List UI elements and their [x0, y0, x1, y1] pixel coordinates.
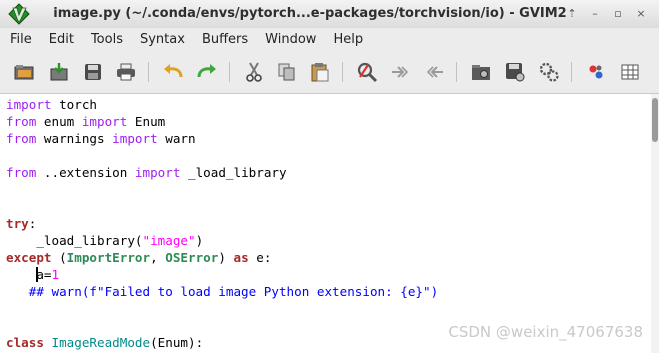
code-token: ) — [218, 250, 234, 265]
code-token: import — [81, 114, 128, 129]
code-line: ## warn(f"Failed to load image Python ex… — [6, 283, 651, 300]
code-token: "image" — [142, 233, 196, 248]
code-token: as — [233, 250, 249, 265]
menu-bar: File Edit Tools Syntax Buffers Window He… — [0, 28, 659, 51]
code-line: from enum import Enum — [6, 113, 651, 130]
maximize-button[interactable]: ▫ — [608, 4, 628, 24]
code-token: ImportError — [66, 250, 151, 265]
code-line: import torch — [6, 96, 651, 113]
code-token: ..extension — [36, 165, 135, 180]
save-icon[interactable] — [48, 61, 70, 83]
code-token: from — [6, 114, 37, 129]
code-line: a=1 — [6, 266, 651, 283]
menu-help[interactable]: Help — [323, 32, 370, 47]
save-all-icon[interactable] — [82, 61, 104, 83]
code-editor[interactable]: import torch from enum import Enum from wa… — [0, 94, 651, 353]
find-next-icon[interactable] — [390, 61, 412, 83]
code-token: torch — [51, 97, 97, 112]
code-token: class — [6, 335, 44, 350]
code-token: : — [28, 216, 37, 231]
title-bar: image.py (~/.conda/envs/pytorch...e-pack… — [0, 0, 659, 29]
paste-icon[interactable] — [309, 61, 331, 83]
print-icon[interactable] — [115, 61, 137, 83]
code-token: _load_library — [180, 165, 287, 180]
code-token: warnings — [36, 131, 113, 146]
make-icon[interactable] — [585, 61, 607, 83]
run-script-icon[interactable] — [538, 61, 560, 83]
minimize-button[interactable]: – — [585, 4, 605, 24]
code-token: ) — [195, 233, 204, 248]
code-token: Enum — [127, 114, 166, 129]
code-line: from warnings import warn — [6, 130, 651, 147]
code-line: except (ImportError, OSError) as e: — [6, 249, 651, 266]
code-token: e: — [248, 250, 272, 265]
code-token: import — [6, 97, 52, 112]
code-line: _load_library("image") — [6, 232, 651, 249]
tag-jump-icon[interactable] — [619, 61, 641, 83]
code-line: from ..extension import _load_library — [6, 164, 651, 181]
menu-buffers[interactable]: Buffers — [192, 32, 255, 47]
code-token: warn — [157, 131, 196, 146]
code-token: from — [6, 165, 37, 180]
open-icon[interactable] — [13, 61, 35, 83]
undo-icon[interactable] — [162, 61, 184, 83]
close-button[interactable]: × — [631, 4, 651, 24]
menu-window[interactable]: Window — [255, 32, 323, 47]
code-token: try — [6, 216, 29, 231]
code-token: (Enum): — [150, 335, 204, 350]
code-token: a= — [36, 267, 52, 282]
menu-file[interactable]: File — [0, 32, 39, 47]
cut-icon[interactable] — [243, 61, 265, 83]
toolbar — [0, 51, 659, 94]
save-session-icon[interactable] — [504, 61, 526, 83]
code-token: ## warn(f"Failed to load image Python ex… — [6, 284, 439, 299]
scrollbar-thumb[interactable] — [652, 98, 658, 142]
vertical-scrollbar[interactable] — [651, 94, 659, 353]
menu-edit[interactable]: Edit — [39, 32, 81, 47]
code-token: enum — [36, 114, 82, 129]
load-session-icon[interactable] — [470, 61, 492, 83]
code-token: ImageReadMode — [51, 335, 151, 350]
find-prev-icon[interactable] — [423, 61, 445, 83]
code-token: import — [134, 165, 181, 180]
copy-icon[interactable] — [276, 61, 298, 83]
csdn-watermark: CSDN @weixin_47067638 — [448, 323, 643, 341]
code-text-area[interactable]: import torch from enum import Enum from wa… — [0, 94, 651, 351]
code-token: except — [6, 250, 52, 265]
redo-icon[interactable] — [196, 61, 218, 83]
code-token: , — [150, 250, 166, 265]
code-token: ( — [51, 250, 67, 265]
find-replace-icon[interactable] — [356, 61, 378, 83]
menu-syntax[interactable]: Syntax — [130, 32, 192, 47]
shade-button[interactable]: ⇡ — [562, 4, 582, 24]
code-token: OSError — [165, 250, 219, 265]
menu-tools[interactable]: Tools — [81, 32, 130, 47]
code-token: _load_library( — [6, 233, 143, 248]
code-line: try: — [6, 215, 651, 232]
code-token: from — [6, 131, 37, 146]
code-token: import — [112, 131, 158, 146]
code-token: 1 — [51, 267, 60, 282]
window-title: image.py (~/.conda/envs/pytorch...e-pack… — [53, 6, 567, 21]
